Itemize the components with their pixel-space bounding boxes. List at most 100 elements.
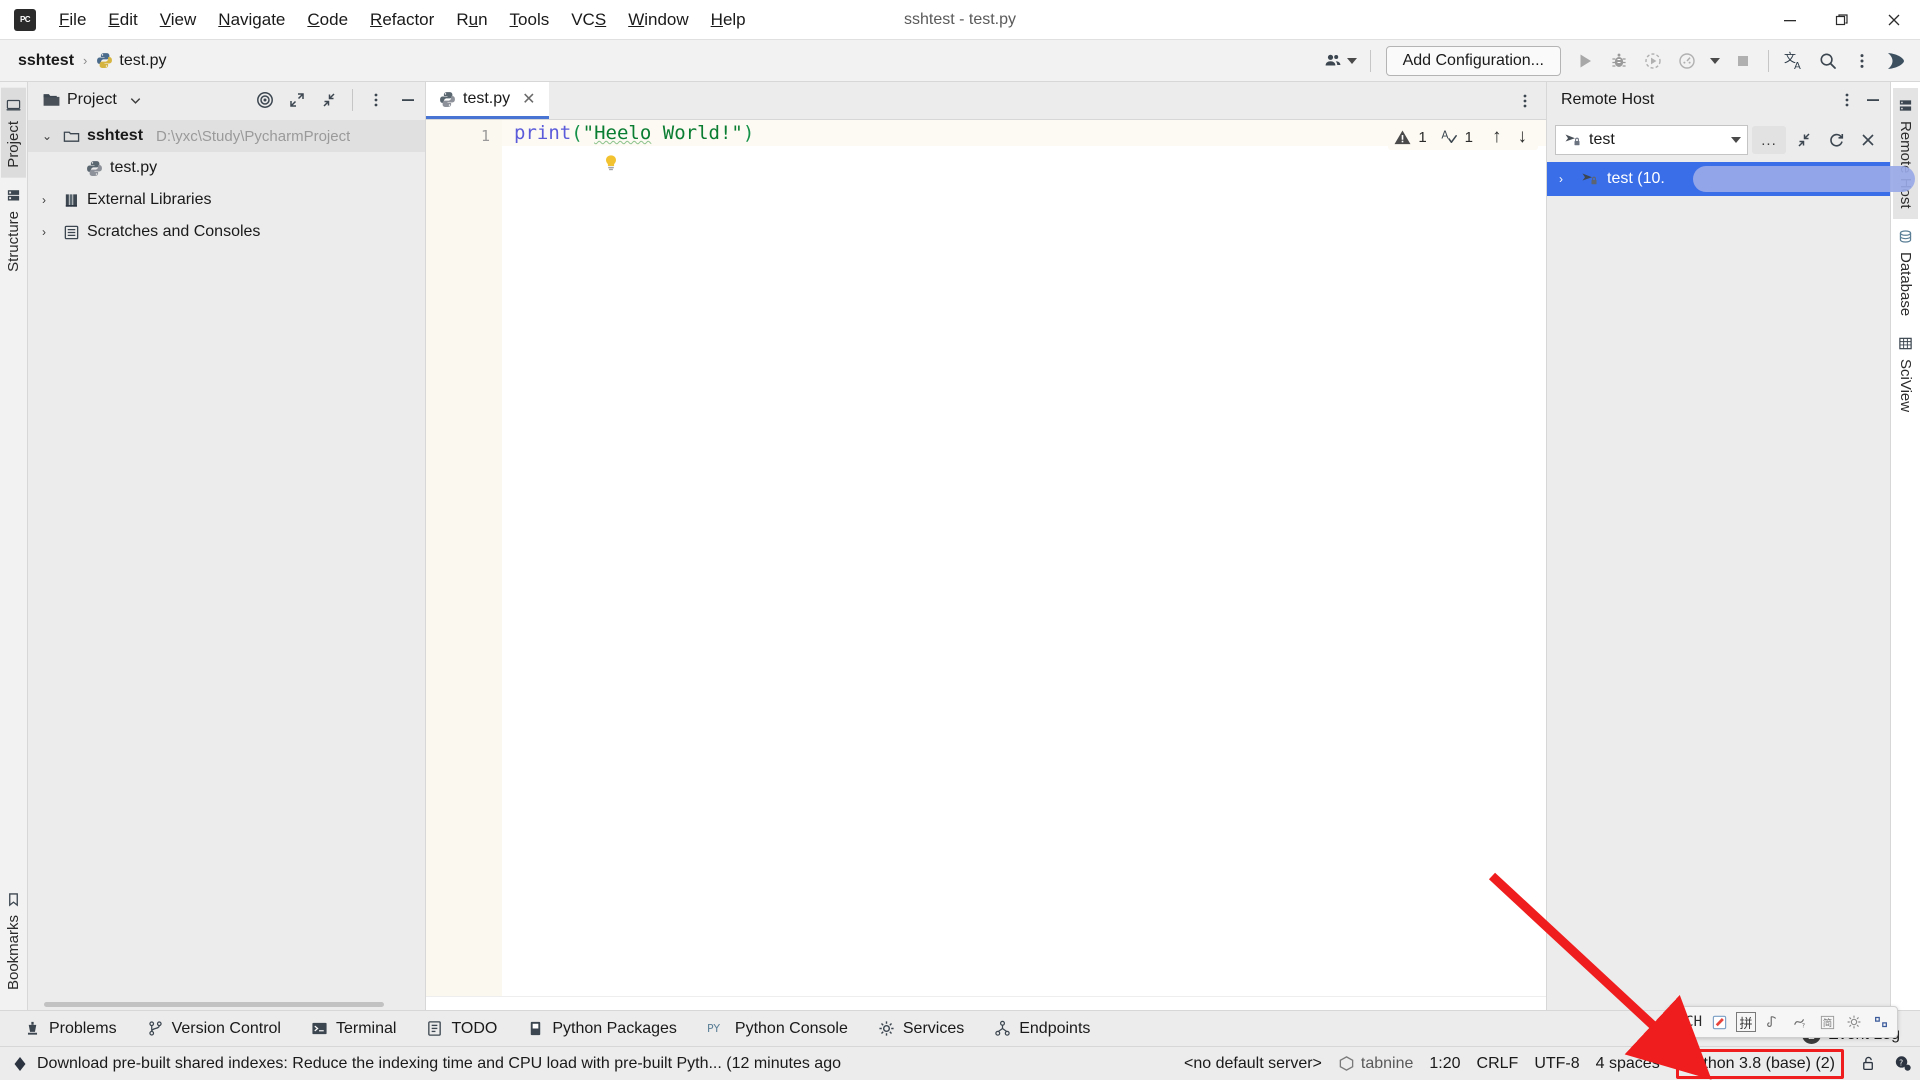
tree-node-testpy[interactable]: test.py bbox=[28, 152, 425, 184]
settings-icon[interactable] bbox=[1844, 1012, 1864, 1032]
code-editor[interactable]: 1 print("Heelo World!") 1 A 1 ↑ ↓ bbox=[426, 120, 1546, 996]
close-button[interactable] bbox=[1868, 0, 1920, 40]
tabnine-widget[interactable]: tabnine bbox=[1338, 1055, 1413, 1073]
tool-window-todo[interactable]: TODO bbox=[412, 1016, 511, 1042]
inspection-level-icon[interactable]: ? bbox=[1893, 1054, 1912, 1073]
menu-view[interactable]: View bbox=[149, 6, 208, 34]
profile-dropdown-icon[interactable] bbox=[1705, 45, 1725, 77]
close-icon[interactable] bbox=[1854, 126, 1882, 154]
chevron-down-icon[interactable] bbox=[123, 87, 149, 113]
remote-host-tree-row[interactable]: › test (10. bbox=[1547, 162, 1915, 196]
sidebar-item-database[interactable]: Database bbox=[1893, 219, 1918, 326]
editor-tab-testpy[interactable]: test.py ✕ bbox=[426, 82, 549, 119]
hide-panel-icon[interactable] bbox=[395, 87, 421, 113]
maximize-button[interactable] bbox=[1816, 0, 1868, 40]
expand-all-icon[interactable] bbox=[284, 87, 310, 113]
menu-refactor[interactable]: Refactor bbox=[359, 6, 445, 34]
status-message[interactable]: Download pre-built shared indexes: Reduc… bbox=[12, 1055, 841, 1073]
collaborate-icon[interactable] bbox=[1319, 45, 1361, 77]
tool-window-python-packages[interactable]: Python Packages bbox=[513, 1016, 691, 1042]
breadcrumb-project[interactable]: sshtest bbox=[18, 52, 74, 70]
tool-window-version-control[interactable]: Version Control bbox=[133, 1016, 295, 1042]
ime-drag-handle[interactable] bbox=[1674, 1013, 1679, 1031]
more-options-icon[interactable] bbox=[1846, 45, 1878, 77]
encoding-widget[interactable]: UTF-8 bbox=[1534, 1055, 1579, 1073]
tool-window-terminal[interactable]: Terminal bbox=[297, 1016, 410, 1042]
collapse-all-icon[interactable] bbox=[1790, 126, 1818, 154]
menu-code[interactable]: Code bbox=[296, 6, 359, 34]
search-everywhere-icon[interactable] bbox=[1812, 45, 1844, 77]
caret-position-widget[interactable]: 1:20 bbox=[1429, 1055, 1460, 1073]
unlocked-icon[interactable] bbox=[1860, 1055, 1877, 1072]
next-problem-icon[interactable]: ↓ bbox=[1512, 126, 1534, 148]
tree-node-sshtest[interactable]: ⌄ sshtest D:\yxc\Study\PycharmProject bbox=[28, 120, 425, 152]
pinyin-icon[interactable]: 拼 bbox=[1736, 1012, 1756, 1032]
previous-problem-icon[interactable]: ↑ bbox=[1486, 126, 1508, 148]
menu-run[interactable]: Run bbox=[445, 6, 498, 34]
python-interpreter-widget[interactable]: Python 3.8 (base) (2) bbox=[1675, 1048, 1844, 1079]
sidebar-item-structure[interactable]: Structure bbox=[1, 178, 26, 282]
menu-file[interactable]: File bbox=[48, 6, 97, 34]
hide-panel-icon[interactable] bbox=[1860, 87, 1886, 113]
remote-connection-dropdown[interactable]: test bbox=[1555, 125, 1748, 155]
stop-icon[interactable] bbox=[1727, 45, 1759, 77]
menu-navigate[interactable]: Navigate bbox=[207, 6, 296, 34]
ime-mode-label[interactable]: CH bbox=[1685, 1014, 1702, 1030]
tree-node-external-libraries[interactable]: › External Libraries bbox=[28, 184, 425, 216]
sidebar-item-project[interactable]: Project bbox=[1, 88, 26, 178]
voice-icon[interactable] bbox=[1763, 1012, 1783, 1032]
target-icon[interactable] bbox=[252, 87, 278, 113]
pen-icon[interactable] bbox=[1709, 1012, 1729, 1032]
minimize-button[interactable] bbox=[1764, 0, 1816, 40]
chevron-right-icon[interactable]: › bbox=[42, 225, 56, 239]
more-options-icon[interactable] bbox=[363, 87, 389, 113]
lightbulb-icon[interactable] bbox=[600, 152, 622, 174]
navigation-toolbar: sshtest › test.py Add Configuration... 文… bbox=[0, 40, 1920, 82]
run-coverage-icon[interactable] bbox=[1637, 45, 1669, 77]
run-icon[interactable] bbox=[1569, 45, 1601, 77]
menu-vcs[interactable]: VCS bbox=[560, 6, 617, 34]
inspection-widget[interactable]: 1 A 1 ↑ ↓ bbox=[1388, 124, 1538, 150]
sidebar-item-sciview[interactable]: SciView bbox=[1893, 326, 1918, 422]
add-configuration-button[interactable]: Add Configuration... bbox=[1385, 45, 1561, 76]
close-icon[interactable]: ✕ bbox=[522, 89, 535, 109]
ime-language-bar[interactable]: CH 拼 ? 简 bbox=[1667, 1006, 1898, 1038]
code-token-misspelled-word: Heelo bbox=[594, 122, 652, 144]
collapse-all-icon[interactable] bbox=[316, 87, 342, 113]
line-separator-widget[interactable]: CRLF bbox=[1477, 1055, 1519, 1073]
menu-help[interactable]: Help bbox=[700, 6, 757, 34]
simplified-icon[interactable]: 简 bbox=[1817, 1012, 1837, 1032]
menu-window[interactable]: Window bbox=[617, 6, 699, 34]
indent-widget[interactable]: 4 spaces bbox=[1596, 1055, 1660, 1073]
more-options-icon[interactable] bbox=[1834, 87, 1860, 113]
menu-tools[interactable]: Tools bbox=[499, 6, 561, 34]
breadcrumb-file[interactable]: test.py bbox=[96, 52, 167, 70]
default-server-widget[interactable]: <no default server> bbox=[1184, 1055, 1322, 1073]
browse-button[interactable]: ... bbox=[1752, 126, 1786, 154]
sidebar-item-remote-host[interactable]: Remote Host bbox=[1893, 88, 1918, 219]
sidebar-item-bookmarks[interactable]: Bookmarks bbox=[1, 882, 26, 1000]
code-content[interactable]: print("Heelo World!") 1 A 1 ↑ ↓ bbox=[502, 120, 1546, 996]
keyboard-icon[interactable] bbox=[1871, 1012, 1891, 1032]
chevron-right-icon[interactable]: › bbox=[42, 193, 56, 207]
debug-icon[interactable] bbox=[1603, 45, 1635, 77]
chevron-down-icon[interactable]: ⌄ bbox=[42, 129, 56, 143]
chevron-down-icon[interactable] bbox=[1731, 137, 1741, 143]
profile-icon[interactable] bbox=[1671, 45, 1703, 77]
more-options-icon[interactable] bbox=[1512, 88, 1538, 114]
feedback-icon[interactable] bbox=[1880, 45, 1912, 77]
refresh-icon[interactable] bbox=[1822, 126, 1850, 154]
chevron-right-icon[interactable]: › bbox=[1559, 172, 1573, 186]
translate-icon[interactable]: 文 A bbox=[1778, 45, 1810, 77]
editor-horizontal-scrollbar[interactable] bbox=[426, 996, 1546, 1010]
menu-edit[interactable]: Edit bbox=[97, 6, 148, 34]
tree-node-scratches[interactable]: › Scratches and Consoles bbox=[28, 216, 425, 248]
handwriting-icon[interactable]: ? bbox=[1790, 1012, 1810, 1032]
tool-window-python-console[interactable]: PY Python Console bbox=[693, 1016, 862, 1042]
tool-window-problems[interactable]: Problems bbox=[10, 1016, 131, 1042]
python-packages-icon bbox=[527, 1020, 544, 1037]
tool-window-endpoints[interactable]: Endpoints bbox=[980, 1016, 1104, 1042]
code-token-quote-open: " bbox=[582, 122, 595, 144]
project-horizontal-scrollbar[interactable] bbox=[28, 998, 425, 1010]
tool-window-services[interactable]: Services bbox=[864, 1016, 978, 1042]
